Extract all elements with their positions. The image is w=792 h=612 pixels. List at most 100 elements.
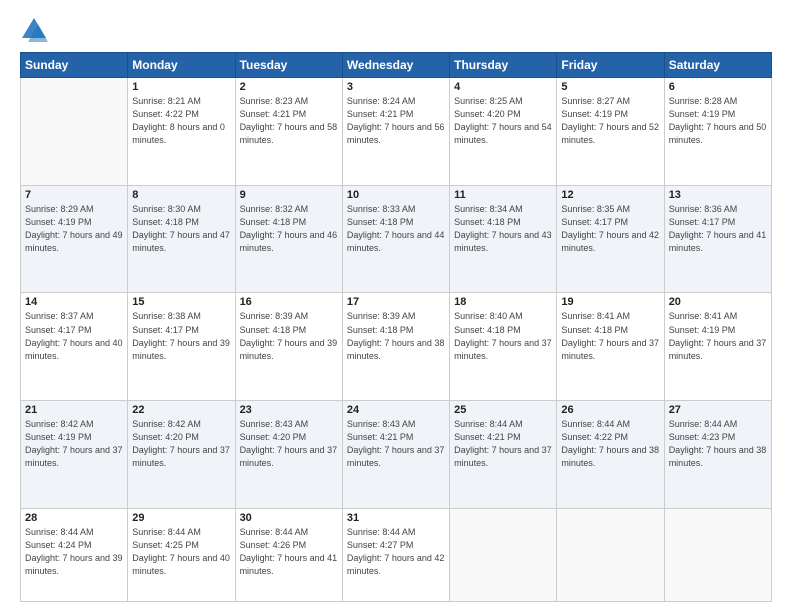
day-number: 28 [25, 512, 123, 524]
col-saturday: Saturday [664, 53, 771, 78]
day-info: Sunrise: 8:35 AMSunset: 4:17 PMDaylight:… [561, 203, 659, 255]
table-cell: 22Sunrise: 8:42 AMSunset: 4:20 PMDayligh… [128, 401, 235, 509]
table-cell: 1 Sunrise: 8:21 AMSunset: 4:22 PMDaylight… [128, 78, 235, 186]
calendar-table: Sunday Monday Tuesday Wednesday Thursday… [20, 52, 772, 602]
day-number: 4 [454, 81, 552, 93]
day-number: 26 [561, 404, 659, 416]
day-info: Sunrise: 8:25 AMSunset: 4:20 PMDaylight:… [454, 95, 552, 147]
day-info: Sunrise: 8:32 AMSunset: 4:18 PMDaylight:… [240, 203, 338, 255]
table-cell: 31 Sunrise: 8:44 AMSunset: 4:27 PMDayligh… [342, 508, 449, 601]
day-info: Sunrise: 8:33 AMSunset: 4:18 PMDaylight:… [347, 203, 445, 255]
table-cell: 24 Sunrise: 8:43 AMSunset: 4:21 PMDayligh… [342, 401, 449, 509]
table-cell: 9Sunrise: 8:32 AMSunset: 4:18 PMDaylight… [235, 185, 342, 293]
logo-icon [20, 16, 48, 44]
day-info: Sunrise: 8:24 AMSunset: 4:21 PMDaylight:… [347, 95, 445, 147]
table-cell [21, 78, 128, 186]
table-cell [664, 508, 771, 601]
day-info: Sunrise: 8:23 AMSunset: 4:21 PMDaylight:… [240, 95, 338, 147]
day-info: Sunrise: 8:21 AMSunset: 4:22 PMDaylight:… [132, 95, 230, 147]
table-cell: 3 Sunrise: 8:24 AMSunset: 4:21 PMDaylight… [342, 78, 449, 186]
day-number: 8 [132, 189, 230, 201]
day-info: Sunrise: 8:39 AMSunset: 4:18 PMDaylight:… [240, 310, 338, 362]
day-info: Sunrise: 8:44 AMSunset: 4:24 PMDaylight:… [25, 526, 123, 578]
day-number: 27 [669, 404, 767, 416]
table-cell: 10 Sunrise: 8:33 AMSunset: 4:18 PMDayligh… [342, 185, 449, 293]
table-cell: 30 Sunrise: 8:44 AMSunset: 4:26 PMDayligh… [235, 508, 342, 601]
table-cell: 23 Sunrise: 8:43 AMSunset: 4:20 PMDayligh… [235, 401, 342, 509]
day-info: Sunrise: 8:44 AMSunset: 4:23 PMDaylight:… [669, 418, 767, 470]
day-number: 17 [347, 296, 445, 308]
day-number: 21 [25, 404, 123, 416]
day-info: Sunrise: 8:38 AMSunset: 4:17 PMDaylight:… [132, 310, 230, 362]
header [20, 16, 772, 44]
page: Sunday Monday Tuesday Wednesday Thursday… [0, 0, 792, 612]
day-number: 12 [561, 189, 659, 201]
col-monday: Monday [128, 53, 235, 78]
day-info: Sunrise: 8:44 AMSunset: 4:22 PMDaylight:… [561, 418, 659, 470]
day-number: 25 [454, 404, 552, 416]
table-cell: 18 Sunrise: 8:40 AMSunset: 4:18 PMDayligh… [450, 293, 557, 401]
day-info: Sunrise: 8:41 AMSunset: 4:19 PMDaylight:… [669, 310, 767, 362]
col-tuesday: Tuesday [235, 53, 342, 78]
day-number: 30 [240, 512, 338, 524]
table-cell: 26 Sunrise: 8:44 AMSunset: 4:22 PMDayligh… [557, 401, 664, 509]
day-info: Sunrise: 8:40 AMSunset: 4:18 PMDaylight:… [454, 310, 552, 362]
day-info: Sunrise: 8:30 AMSunset: 4:18 PMDaylight:… [132, 203, 230, 255]
day-number: 7 [25, 189, 123, 201]
day-info: Sunrise: 8:34 AMSunset: 4:18 PMDaylight:… [454, 203, 552, 255]
day-number: 18 [454, 296, 552, 308]
table-cell [557, 508, 664, 601]
day-number: 29 [132, 512, 230, 524]
day-info: Sunrise: 8:44 AMSunset: 4:27 PMDaylight:… [347, 526, 445, 578]
table-cell [450, 508, 557, 601]
day-number: 3 [347, 81, 445, 93]
day-info: Sunrise: 8:37 AMSunset: 4:17 PMDaylight:… [25, 310, 123, 362]
table-cell: 17 Sunrise: 8:39 AMSunset: 4:18 PMDayligh… [342, 293, 449, 401]
day-info: Sunrise: 8:27 AMSunset: 4:19 PMDaylight:… [561, 95, 659, 147]
day-info: Sunrise: 8:44 AMSunset: 4:21 PMDaylight:… [454, 418, 552, 470]
day-number: 23 [240, 404, 338, 416]
day-number: 20 [669, 296, 767, 308]
table-cell: 6 Sunrise: 8:28 AMSunset: 4:19 PMDaylight… [664, 78, 771, 186]
day-number: 16 [240, 296, 338, 308]
table-cell: 11 Sunrise: 8:34 AMSunset: 4:18 PMDayligh… [450, 185, 557, 293]
table-cell: 14 Sunrise: 8:37 AMSunset: 4:17 PMDayligh… [21, 293, 128, 401]
day-info: Sunrise: 8:43 AMSunset: 4:20 PMDaylight:… [240, 418, 338, 470]
calendar-header-row: Sunday Monday Tuesday Wednesday Thursday… [21, 53, 772, 78]
table-cell: 16 Sunrise: 8:39 AMSunset: 4:18 PMDayligh… [235, 293, 342, 401]
day-number: 11 [454, 189, 552, 201]
col-wednesday: Wednesday [342, 53, 449, 78]
table-cell: 25 Sunrise: 8:44 AMSunset: 4:21 PMDayligh… [450, 401, 557, 509]
day-info: Sunrise: 8:41 AMSunset: 4:18 PMDaylight:… [561, 310, 659, 362]
day-number: 15 [132, 296, 230, 308]
day-number: 24 [347, 404, 445, 416]
table-cell: 19 Sunrise: 8:41 AMSunset: 4:18 PMDayligh… [557, 293, 664, 401]
table-cell: 7 Sunrise: 8:29 AMSunset: 4:19 PMDaylight… [21, 185, 128, 293]
day-info: Sunrise: 8:36 AMSunset: 4:17 PMDaylight:… [669, 203, 767, 255]
table-cell: 5 Sunrise: 8:27 AMSunset: 4:19 PMDaylight… [557, 78, 664, 186]
day-info: Sunrise: 8:42 AMSunset: 4:19 PMDaylight:… [25, 418, 123, 470]
day-info: Sunrise: 8:44 AMSunset: 4:26 PMDaylight:… [240, 526, 338, 578]
day-info: Sunrise: 8:39 AMSunset: 4:18 PMDaylight:… [347, 310, 445, 362]
table-cell: 4 Sunrise: 8:25 AMSunset: 4:20 PMDaylight… [450, 78, 557, 186]
day-number: 22 [132, 404, 230, 416]
table-cell: 2 Sunrise: 8:23 AMSunset: 4:21 PMDaylight… [235, 78, 342, 186]
day-number: 5 [561, 81, 659, 93]
day-number: 2 [240, 81, 338, 93]
logo [20, 16, 52, 44]
col-sunday: Sunday [21, 53, 128, 78]
table-cell: 21 Sunrise: 8:42 AMSunset: 4:19 PMDayligh… [21, 401, 128, 509]
day-number: 6 [669, 81, 767, 93]
day-info: Sunrise: 8:28 AMSunset: 4:19 PMDaylight:… [669, 95, 767, 147]
day-info: Sunrise: 8:43 AMSunset: 4:21 PMDaylight:… [347, 418, 445, 470]
col-thursday: Thursday [450, 53, 557, 78]
day-number: 19 [561, 296, 659, 308]
day-info: Sunrise: 8:44 AMSunset: 4:25 PMDaylight:… [132, 526, 230, 578]
day-info: Sunrise: 8:29 AMSunset: 4:19 PMDaylight:… [25, 203, 123, 255]
table-cell: 20 Sunrise: 8:41 AMSunset: 4:19 PMDayligh… [664, 293, 771, 401]
day-number: 13 [669, 189, 767, 201]
day-number: 1 [132, 81, 230, 93]
day-number: 31 [347, 512, 445, 524]
day-number: 14 [25, 296, 123, 308]
day-number: 10 [347, 189, 445, 201]
